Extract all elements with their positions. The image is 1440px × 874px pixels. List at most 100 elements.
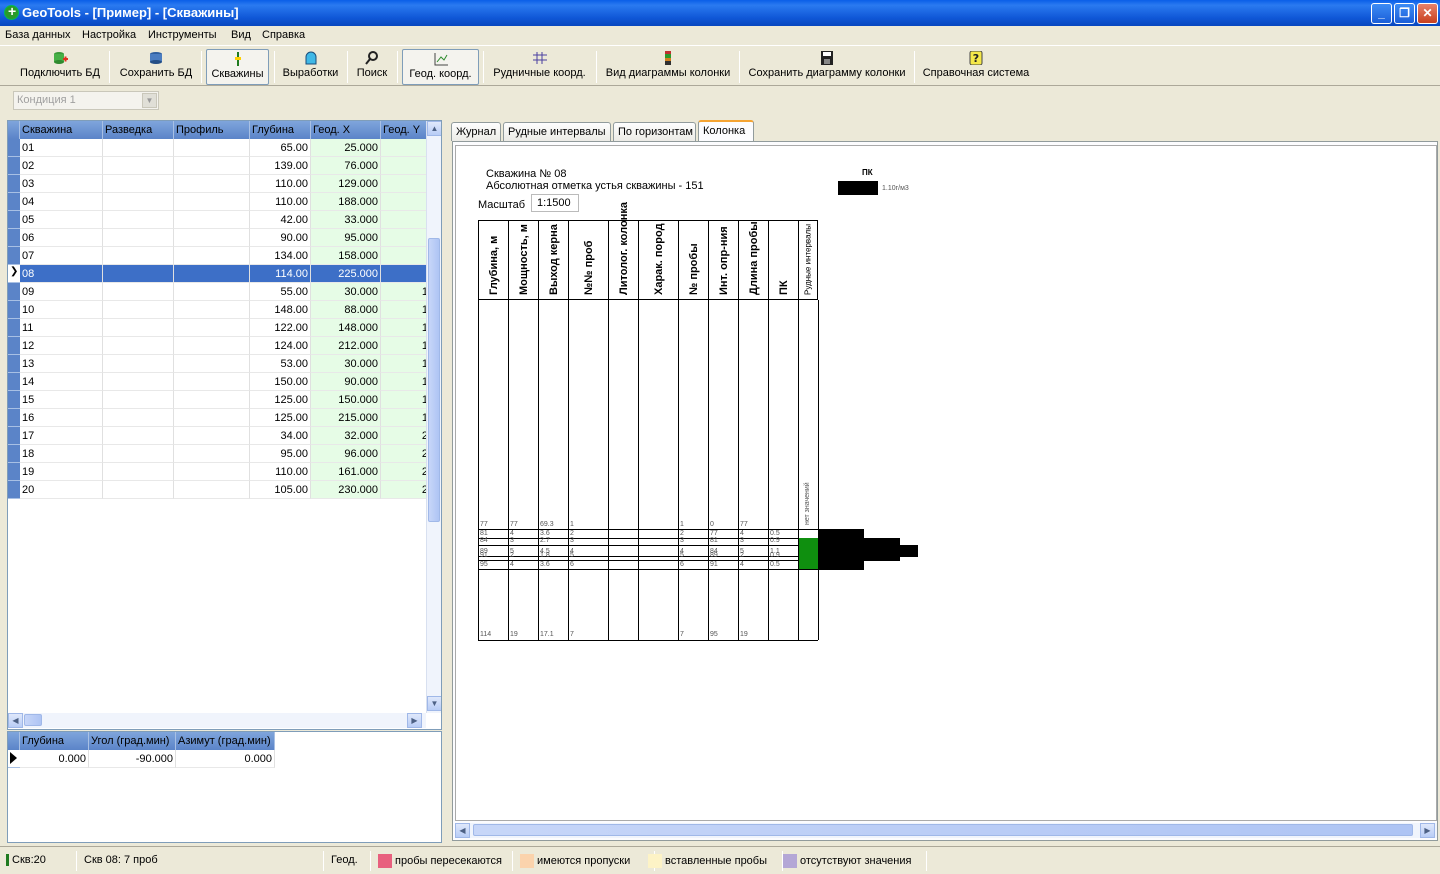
table-cell[interactable]: 34.00: [250, 427, 311, 445]
table-cell[interactable]: [103, 391, 174, 409]
table-cell[interactable]: 1: [381, 301, 431, 319]
column-header-1[interactable]: Разведка: [103, 121, 174, 139]
table-cell[interactable]: 1: [381, 283, 431, 301]
table-cell[interactable]: 16: [20, 409, 103, 427]
incl-header-1[interactable]: Угол (град.мин): [89, 732, 176, 750]
scroll-right-icon[interactable]: ▶: [1420, 823, 1435, 838]
hscroll-thumb[interactable]: [24, 714, 42, 726]
column-header-5[interactable]: Геод. Y: [381, 121, 431, 139]
row-indicator[interactable]: [8, 229, 20, 247]
table-cell[interactable]: 129.000: [311, 175, 381, 193]
menu-settings[interactable]: Настройка: [82, 29, 136, 41]
table-cell[interactable]: 225.000: [311, 265, 381, 283]
table-cell[interactable]: 148.00: [250, 301, 311, 319]
row-indicator[interactable]: [8, 175, 20, 193]
menu-help[interactable]: Справка: [262, 29, 305, 41]
table-cell[interactable]: [174, 391, 250, 409]
row-indicator[interactable]: [8, 427, 20, 445]
table-row[interactable]: 17 34.00 32.000 2: [8, 427, 431, 445]
table-cell[interactable]: 04: [20, 193, 103, 211]
table-cell[interactable]: 105.00: [250, 481, 311, 499]
table-cell[interactable]: 150.000: [311, 391, 381, 409]
row-indicator[interactable]: [8, 337, 20, 355]
row-indicator[interactable]: [8, 301, 20, 319]
table-cell[interactable]: 53.00: [250, 355, 311, 373]
table-cell[interactable]: 2: [381, 481, 431, 499]
row-pointer-icon[interactable]: ❯: [8, 265, 20, 283]
table-cell[interactable]: [103, 175, 174, 193]
table-cell[interactable]: 08: [20, 265, 103, 283]
table-cell[interactable]: 2: [381, 463, 431, 481]
table-cell[interactable]: 125.00: [250, 391, 311, 409]
connect-db-button[interactable]: Подключить БД: [14, 49, 106, 85]
menu-view[interactable]: Вид: [231, 29, 251, 41]
row-indicator[interactable]: [8, 445, 20, 463]
table-row[interactable]: 02 139.00 76.000: [8, 157, 431, 175]
tab-ore-intervals[interactable]: Рудные интервалы: [503, 122, 611, 141]
row-indicator[interactable]: [8, 463, 20, 481]
workings-button[interactable]: Выработки: [279, 49, 342, 85]
table-cell[interactable]: 215.000: [311, 409, 381, 427]
column-view-button[interactable]: Вид диаграммы колонки: [601, 49, 735, 85]
table-cell[interactable]: [174, 463, 250, 481]
table-cell[interactable]: 158.000: [311, 247, 381, 265]
table-cell[interactable]: 07: [20, 247, 103, 265]
table-cell[interactable]: [103, 463, 174, 481]
table-cell[interactable]: 95.00: [250, 445, 311, 463]
scale-input[interactable]: 1:1500: [531, 194, 579, 212]
table-cell[interactable]: 114.00: [250, 265, 311, 283]
table-cell[interactable]: 110.00: [250, 193, 311, 211]
row-indicator[interactable]: [8, 193, 20, 211]
table-cell[interactable]: [174, 265, 250, 283]
search-button[interactable]: Поиск: [352, 49, 392, 85]
wells-horizontal-scrollbar[interactable]: ◀ ▶: [8, 713, 426, 728]
table-cell[interactable]: [174, 445, 250, 463]
table-cell[interactable]: 32.000: [311, 427, 381, 445]
table-cell[interactable]: [174, 229, 250, 247]
table-cell[interactable]: 1: [381, 319, 431, 337]
table-cell[interactable]: [103, 139, 174, 157]
table-cell[interactable]: 212.000: [311, 337, 381, 355]
table-cell[interactable]: 122.00: [250, 319, 311, 337]
column-header-3[interactable]: Глубина: [250, 121, 311, 139]
table-cell[interactable]: [103, 229, 174, 247]
table-cell[interactable]: [103, 157, 174, 175]
geo-coords-button[interactable]: Геод. коорд.: [402, 49, 479, 85]
table-cell[interactable]: 17: [20, 427, 103, 445]
help-button[interactable]: ? Справочная система: [919, 49, 1033, 85]
tab-column[interactable]: Колонка: [698, 120, 754, 142]
table-cell[interactable]: 1: [381, 373, 431, 391]
table-cell[interactable]: [381, 247, 431, 265]
table-cell[interactable]: 2: [381, 427, 431, 445]
row-indicator[interactable]: [8, 283, 20, 301]
table-cell[interactable]: [174, 481, 250, 499]
scroll-left-icon[interactable]: ◀: [455, 823, 470, 838]
table-cell[interactable]: 14: [20, 373, 103, 391]
table-cell[interactable]: [381, 265, 431, 283]
table-cell[interactable]: 05: [20, 211, 103, 229]
maximize-button[interactable]: ❐: [1394, 3, 1415, 24]
table-row[interactable]: 12 124.00 212.000 1: [8, 337, 431, 355]
table-cell[interactable]: 1: [381, 391, 431, 409]
minimize-button[interactable]: _: [1371, 3, 1392, 24]
table-row[interactable]: 15 125.00 150.000 1: [8, 391, 431, 409]
table-cell[interactable]: 30.000: [311, 283, 381, 301]
table-cell[interactable]: [174, 373, 250, 391]
table-cell[interactable]: 0.000: [20, 750, 89, 768]
row-indicator[interactable]: [8, 355, 20, 373]
table-cell[interactable]: 125.00: [250, 409, 311, 427]
table-row[interactable]: 01 65.00 25.000: [8, 139, 431, 157]
table-cell[interactable]: [174, 139, 250, 157]
table-row[interactable]: ❯ 08 114.00 225.000: [8, 265, 431, 283]
row-indicator[interactable]: [8, 319, 20, 337]
save-db-button[interactable]: Сохранить БД: [114, 49, 198, 85]
row-indicator[interactable]: [8, 391, 20, 409]
row-pointer-icon[interactable]: [8, 750, 20, 768]
table-cell[interactable]: [103, 247, 174, 265]
table-cell[interactable]: 19: [20, 463, 103, 481]
table-cell[interactable]: 33.000: [311, 211, 381, 229]
table-cell[interactable]: [381, 229, 431, 247]
table-cell[interactable]: [103, 409, 174, 427]
table-cell[interactable]: [174, 175, 250, 193]
table-cell[interactable]: [103, 481, 174, 499]
